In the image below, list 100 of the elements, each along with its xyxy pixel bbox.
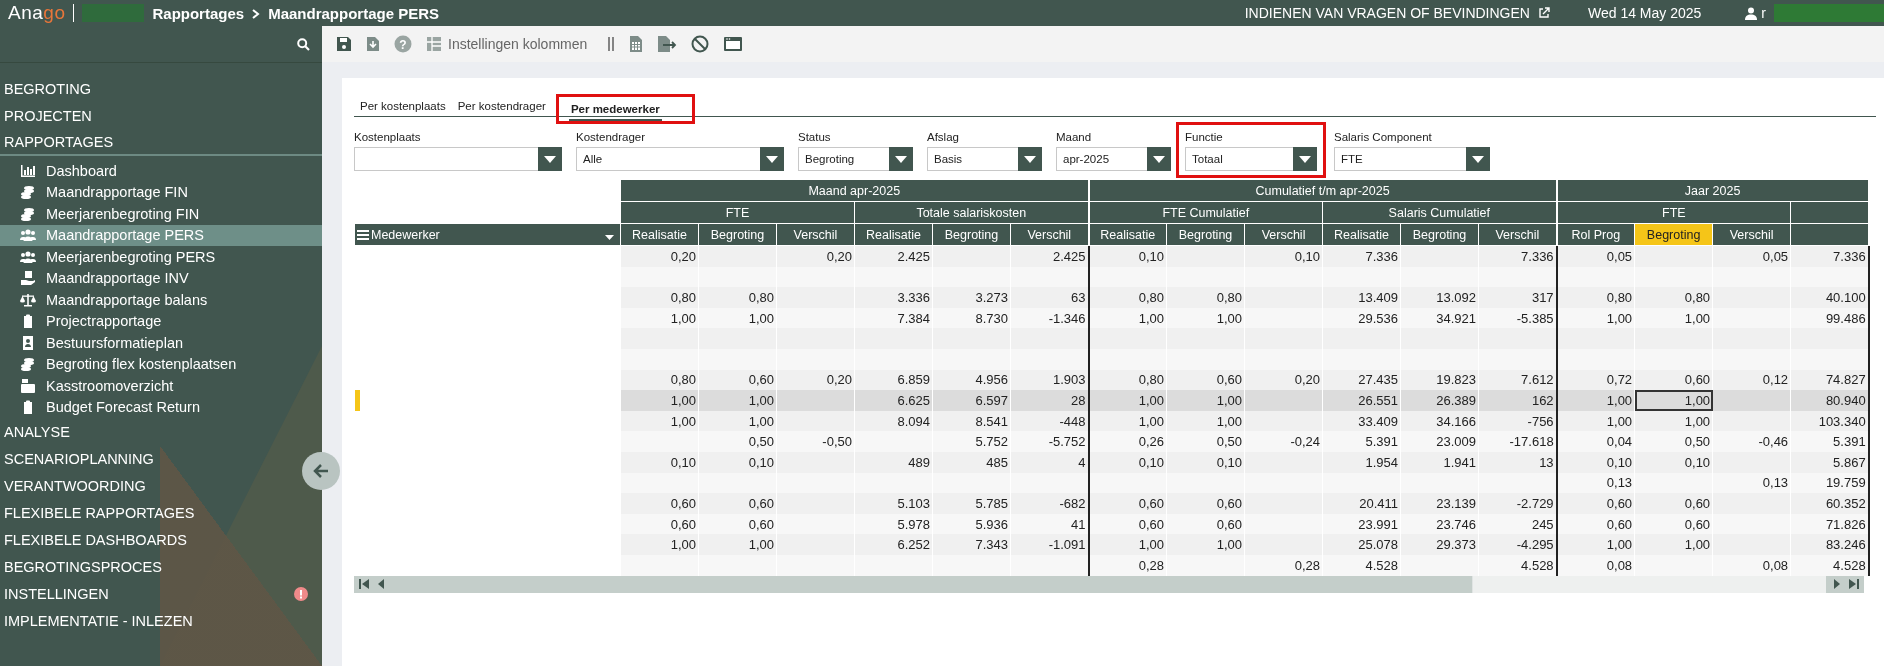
nav-item[interactable]: Kasstroomoverzicht — [0, 375, 322, 397]
table-cell: 0,60 — [1556, 493, 1635, 514]
nav-section[interactable]: ANALYSE — [0, 418, 74, 445]
table-cell: 0,26 — [1088, 431, 1167, 452]
export-icon[interactable] — [657, 35, 678, 53]
table-cell: 6.625 — [854, 390, 933, 411]
nav-item[interactable]: Maandrapportage FIN — [0, 181, 322, 203]
download-icon[interactable] — [366, 36, 380, 52]
arrow-left-icon — [312, 463, 330, 479]
calculator-icon[interactable] — [629, 35, 644, 53]
table-cell: 5.752 — [932, 431, 1011, 452]
table-cell: 0,80 — [1166, 287, 1245, 308]
nav-item[interactable]: Dashboard — [0, 160, 322, 182]
filter-dropdown[interactable]: FTE — [1334, 147, 1490, 171]
column-subgroup-header: Totale salariskosten — [854, 201, 1089, 224]
scroll-last-icon[interactable] — [1848, 578, 1860, 590]
coins-icon — [20, 185, 36, 200]
table-cell: -2.729 — [1478, 493, 1557, 514]
user-name[interactable]: r — [1761, 5, 1766, 21]
nav-item[interactable]: Budget Forecast Return — [0, 396, 322, 418]
table-cell: 0,60 — [698, 493, 777, 514]
table-cell: 13.409 — [1322, 287, 1401, 308]
table-cell: 0,60 — [1166, 493, 1245, 514]
block-icon[interactable] — [691, 35, 710, 53]
nav-item[interactable]: Bestuursformatieplan — [0, 332, 322, 354]
filter-dropdown[interactable] — [354, 147, 562, 171]
scroll-first-icon[interactable] — [358, 578, 370, 590]
table-cell: -17.618 — [1478, 431, 1557, 452]
table-cell: 1,00 — [1556, 534, 1635, 555]
column-settings-button[interactable]: Instellingen kolommen — [426, 36, 594, 52]
table-cell: 0,80 — [620, 287, 699, 308]
menu-icon[interactable] — [357, 229, 369, 240]
caret-icon — [1299, 155, 1311, 163]
nav-item[interactable]: Maandrapportage INV — [0, 267, 322, 289]
selected-row-marker — [354, 390, 360, 411]
column-header[interactable]: Medewerker — [354, 223, 621, 246]
nav-item[interactable]: Meerjarenbegroting PERS — [0, 246, 322, 268]
window-icon[interactable] — [723, 36, 744, 52]
nav-section[interactable]: SCENARIOPLANNING — [0, 445, 158, 472]
app-logo[interactable]: Anago — [8, 2, 66, 24]
column-group-header: Maand apr-2025 — [620, 179, 1089, 202]
nav-section[interactable]: INSTELLINGEN — [0, 580, 322, 607]
nav-item[interactable]: Maandrapportage PERS — [0, 224, 322, 246]
feedback-link[interactable]: INDIENEN VAN VRAGEN OF BEVINDINGEN — [1244, 5, 1530, 21]
scale-icon — [20, 292, 36, 307]
table-cell: -1.091 — [1010, 534, 1089, 555]
filter-dropdown[interactable]: Alle — [576, 147, 784, 171]
table-cell: 63 — [1010, 287, 1089, 308]
nav-section[interactable]: PROJECTEN — [0, 102, 96, 129]
caret-icon — [1153, 155, 1165, 163]
table-cell: 0,80 — [1088, 287, 1167, 308]
table-cell: 0,60 — [620, 493, 699, 514]
nav-section[interactable]: IMPLEMENTATIE - INLEZEN — [0, 607, 197, 634]
table-cell: 5.391 — [1322, 431, 1401, 452]
table-cell: 60.352 — [1790, 493, 1869, 514]
table-cell: 6.597 — [932, 390, 1011, 411]
table-cell: 0,80 — [1556, 287, 1635, 308]
column-group-header: Cumulatief t/m apr-2025 — [1088, 179, 1557, 202]
column-subgroup-header: FTE — [620, 201, 855, 224]
table-cell: 20.411 — [1322, 493, 1401, 514]
nav-item[interactable]: Begroting flex kostenplaatsen — [0, 353, 322, 375]
column-resize-icon[interactable] — [607, 36, 616, 52]
tab[interactable]: Per kostenplaats — [358, 100, 448, 116]
table-cell: -0,50 — [776, 431, 855, 452]
filter-label: Kostendrager — [576, 131, 647, 143]
nav-section[interactable]: FLEXIBELE RAPPORTAGES — [0, 499, 199, 526]
nav-section[interactable]: BEGROTING — [0, 75, 95, 102]
table-cell: 0,80 — [698, 287, 777, 308]
table-cell: 0,04 — [1556, 431, 1635, 452]
nav-section[interactable]: BEGROTINGSPROCES — [0, 553, 166, 580]
nav-section[interactable]: FLEXIBELE DASHBOARDS — [0, 526, 191, 553]
nav-item[interactable]: Meerjarenbegroting FIN — [0, 203, 322, 225]
caret-icon[interactable] — [605, 235, 614, 241]
table-cell: 1,00 — [1088, 390, 1167, 411]
table-cell: 13.092 — [1400, 287, 1479, 308]
breadcrumb-item[interactable]: Maandrapportage PERS — [268, 4, 439, 22]
filter-dropdown[interactable]: Basis — [927, 147, 1042, 171]
scroll-left-icon[interactable] — [376, 578, 386, 590]
nav-item[interactable]: Maandrapportage balans — [0, 289, 322, 311]
nav-item[interactable]: Projectrapportage — [0, 310, 322, 332]
filter-dropdown[interactable]: Totaal — [1185, 147, 1317, 171]
nav-section[interactable]: VERANTWOORDING — [0, 472, 150, 499]
table-cell: 0,60 — [1634, 493, 1713, 514]
scroll-right-icon[interactable] — [1832, 578, 1842, 590]
table-cell: -5.752 — [1010, 431, 1089, 452]
filter-dropdown[interactable]: Begroting — [798, 147, 913, 171]
nav-section[interactable]: RAPPORTAGES — [0, 129, 322, 156]
filter-dropdown[interactable]: apr-2025 — [1056, 147, 1171, 171]
table-cell: 7.343 — [932, 534, 1011, 555]
breadcrumb-item[interactable]: Rapportages — [152, 4, 245, 22]
table-cell: 29.373 — [1400, 534, 1479, 555]
save-icon[interactable] — [336, 36, 352, 52]
tab[interactable]: Per kostendrager — [455, 100, 548, 116]
tab[interactable]: Per medewerker — [568, 103, 662, 121]
table-cell: -0,46 — [1712, 431, 1791, 452]
filter-label: Functie — [1185, 131, 1224, 143]
table-cell: 5.103 — [854, 493, 933, 514]
table-cell: 80.940 — [1790, 390, 1869, 411]
search-icon[interactable] — [297, 37, 310, 51]
table-cell: 1,00 — [1634, 390, 1713, 411]
